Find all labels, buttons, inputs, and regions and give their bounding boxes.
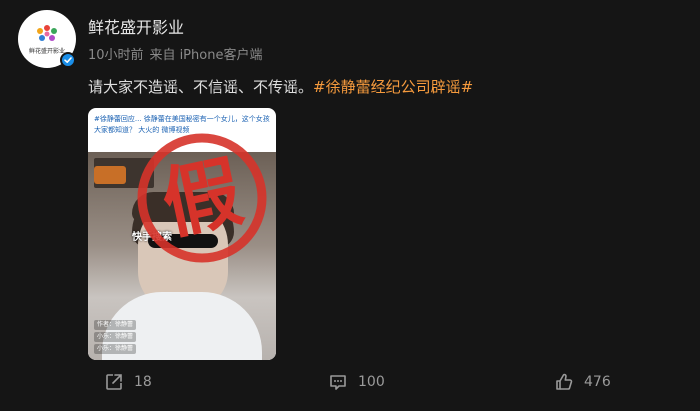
share-count: 18 [134,374,152,390]
post-meta: 10小时前 来自 iPhone客户端 [88,44,262,63]
hashtag-link[interactable]: #徐静蕾经纪公司辟谣# [313,78,473,96]
verified-badge-icon [60,52,76,68]
author-name[interactable]: 鲜花盛开影业 [88,14,184,38]
video-comment: 小乐：徐静蕾 [94,344,137,354]
comment-icon [330,375,346,390]
weibo-post: 鲜花盛开影业 鲜花盛开影业 10小时前 来自 iPhone客户端 请大家不造谣、不信… [0,0,700,411]
share-icon [106,374,122,390]
video-comment: 作者：徐静蕾 [94,320,137,330]
background-sign [94,166,126,184]
post-text: 请大家不造谣、不信谣、不传谣。#徐静蕾经纪公司辟谣# [88,76,473,97]
comment-count: 100 [358,374,385,390]
post-body: 请大家不造谣、不信谣、不传谣。 [88,78,314,96]
source-prefix: 来自 [149,48,176,63]
stamp-character: 假 [155,147,250,251]
source-device: iPhone客户端 [179,48,263,63]
video-comment: 小乐：徐静蕾 [94,332,137,342]
action-bar: 18 100 476 [0,362,700,402]
post-image[interactable]: #徐静蕾回应... 徐静蕾在美国秘密有一个女儿，这个女孩大家都知道？ 大火的 微… [88,108,276,360]
comment-button[interactable]: 100 [328,372,385,392]
post-time[interactable]: 10小时前 [88,48,144,63]
fake-stamp-icon: 假 [137,133,267,263]
video-comments: 作者：徐静蕾 小乐：徐静蕾 小乐：徐静蕾 [94,318,137,354]
share-button[interactable]: 18 [104,372,152,392]
like-button[interactable]: 476 [554,372,611,392]
thumbs-up-icon [556,373,573,390]
like-count: 476 [584,374,611,390]
